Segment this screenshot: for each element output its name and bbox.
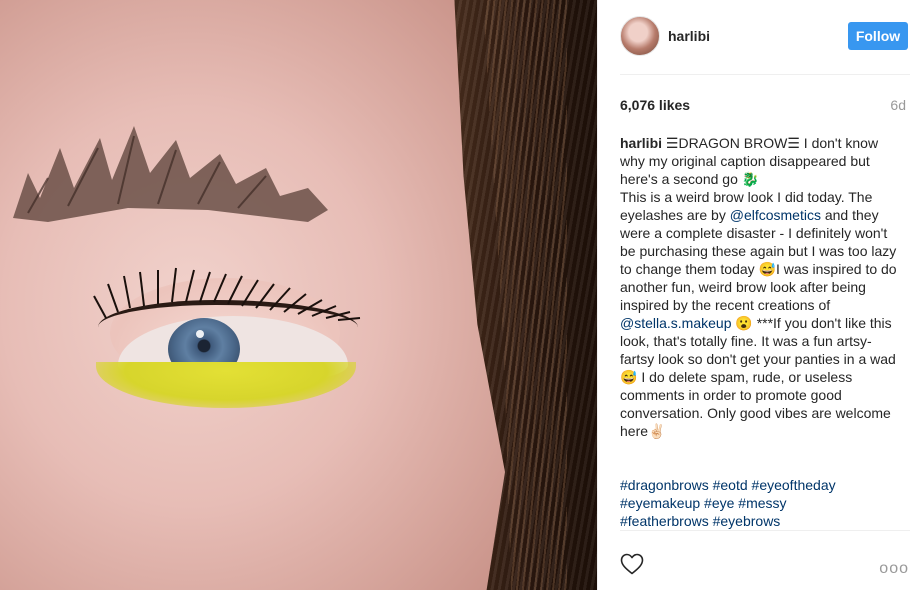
yellow-eyeshadow	[96, 362, 356, 408]
header-divider	[620, 74, 910, 75]
follow-button[interactable]: Follow	[848, 22, 908, 50]
post-sidebar: harlibi Follow 6,076 likes 6d harlibi ☰D…	[597, 0, 914, 590]
eye-glint	[196, 330, 204, 338]
hashtags[interactable]: #dragonbrows #eotd #eyeoftheday #eyemake…	[620, 476, 902, 530]
more-options-icon[interactable]: ooo	[879, 560, 909, 578]
post-caption: harlibi ☰DRAGON BROW☰ I don't know why m…	[620, 134, 902, 440]
instagram-post: harlibi Follow 6,076 likes 6d harlibi ☰D…	[0, 0, 914, 590]
caption-username[interactable]: harlibi	[620, 135, 662, 151]
post-header: harlibi Follow	[598, 0, 914, 74]
eyelashes	[93, 267, 361, 321]
actions-divider	[620, 530, 910, 531]
likes-count[interactable]: 6,076 likes	[620, 97, 690, 113]
post-time[interactable]: 6d	[890, 97, 906, 113]
heart-icon[interactable]	[620, 553, 644, 575]
caption-text-3: 😮 ***If you don't like this look, that's…	[620, 315, 900, 439]
post-photo[interactable]	[0, 0, 597, 590]
mention-stella-makeup[interactable]: @stella.s.makeup	[620, 315, 731, 331]
post-actions: ooo	[598, 540, 914, 590]
username-link[interactable]: harlibi	[668, 28, 710, 44]
dragon-brow	[13, 126, 328, 222]
avatar[interactable]	[620, 16, 660, 56]
mention-elfcosmetics[interactable]: @elfcosmetics	[730, 207, 821, 223]
